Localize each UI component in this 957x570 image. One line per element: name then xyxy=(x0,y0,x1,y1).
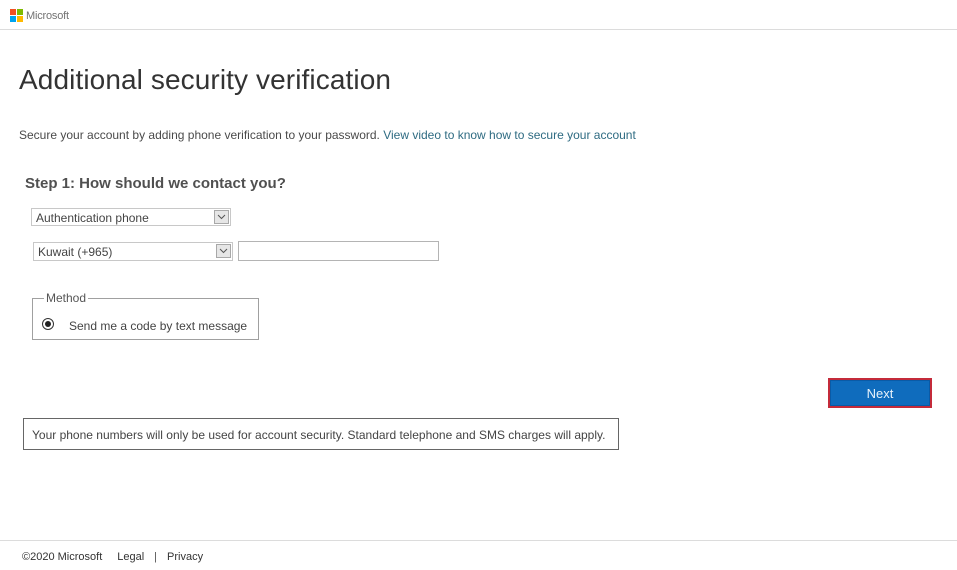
next-button[interactable]: Next xyxy=(828,378,932,408)
footer-separator: | xyxy=(154,551,158,563)
chevron-down-icon[interactable] xyxy=(216,244,231,258)
microsoft-logo-icon xyxy=(10,9,23,22)
intro-description: Secure your account by adding phone veri… xyxy=(19,128,384,142)
page-title: Additional security verification xyxy=(19,64,392,95)
header-bar: Microsoft xyxy=(0,0,957,30)
step-heading: Step 1: How should we contact you? xyxy=(25,175,286,192)
chevron-down-icon[interactable] xyxy=(214,210,229,224)
country-code-value: Kuwait (+965) xyxy=(38,245,113,259)
footer-content: ©2020 Microsoft Legal | Privacy xyxy=(22,551,203,563)
view-video-link[interactable]: View video to know how to secure your ac… xyxy=(383,128,636,142)
copyright: ©2020 Microsoft xyxy=(22,551,103,563)
radio-selected-dot xyxy=(45,321,51,327)
contact-method-select[interactable]: Authentication phone xyxy=(31,208,231,226)
footer: ©2020 Microsoft Legal | Privacy xyxy=(0,540,957,570)
phone-number-input[interactable] xyxy=(238,241,439,261)
country-code-select[interactable]: Kuwait (+965) xyxy=(33,242,233,261)
text-message-label[interactable]: Send me a code by text message xyxy=(69,319,247,333)
legal-link[interactable]: Legal xyxy=(117,551,144,563)
method-legend: Method xyxy=(44,291,89,305)
method-fieldset: Method Send me a code by text message xyxy=(32,291,259,340)
privacy-link[interactable]: Privacy xyxy=(167,551,203,563)
brand-name: Microsoft xyxy=(26,9,69,22)
logo-square-blue xyxy=(10,16,16,22)
logo-square-red xyxy=(10,9,16,15)
text-message-radio[interactable] xyxy=(42,318,54,330)
contact-method-value: Authentication phone xyxy=(36,211,149,225)
logo-square-green xyxy=(17,9,23,15)
logo-square-yellow xyxy=(17,16,23,22)
intro-text: Secure your account by adding phone veri… xyxy=(19,128,636,142)
microsoft-logo: Microsoft xyxy=(10,9,69,22)
privacy-notice: Your phone numbers will only be used for… xyxy=(23,418,619,450)
